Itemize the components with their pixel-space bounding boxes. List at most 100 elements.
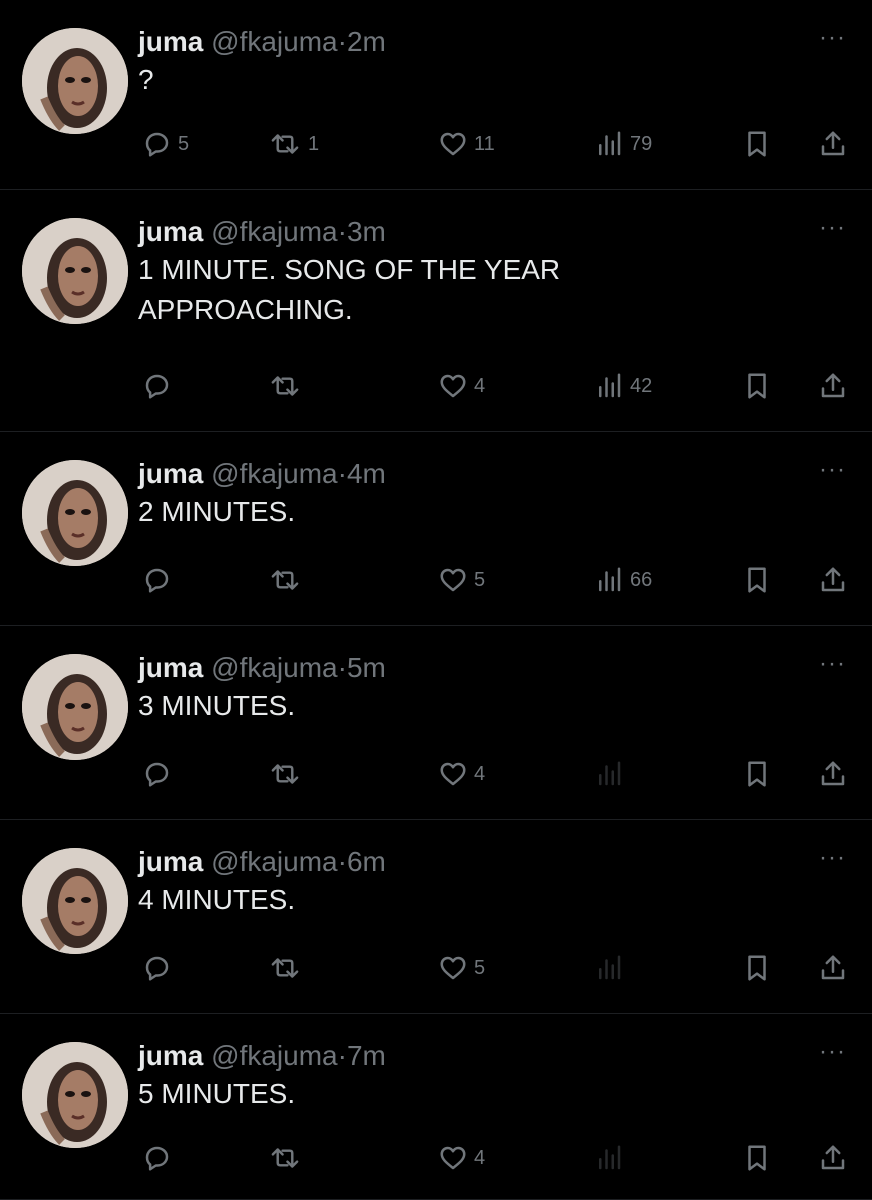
author-handle[interactable]: @fkajuma xyxy=(211,846,337,877)
tweet-header: juma @fkajuma·3m xyxy=(138,212,386,252)
views-button[interactable] xyxy=(594,1138,630,1178)
author-handle[interactable]: @fkajuma xyxy=(211,1040,337,1071)
author-name[interactable]: juma xyxy=(138,216,203,247)
avatar[interactable] xyxy=(22,1042,128,1148)
reply-button[interactable] xyxy=(142,948,178,988)
retweet-button[interactable]: 1 xyxy=(268,124,319,164)
share-button[interactable] xyxy=(818,560,848,600)
tweet[interactable]: juma @fkajuma·4m ··· 2 MINUTES. 5 66 xyxy=(0,432,872,626)
tweet-text: 4 MINUTES. xyxy=(138,884,296,915)
avatar-image xyxy=(22,460,128,566)
tweet-time[interactable]: 4m xyxy=(347,458,386,489)
retweet-icon xyxy=(271,764,299,784)
share-button[interactable] xyxy=(818,124,848,164)
avatar[interactable] xyxy=(22,218,128,324)
tweet-time[interactable]: 7m xyxy=(347,1040,386,1071)
tweet-time[interactable]: 2m xyxy=(347,26,386,57)
tweet-header: juma @fkajuma·6m xyxy=(138,842,386,882)
tweet[interactable]: juma @fkajuma·3m ··· 1 MINUTE. SONG OF T… xyxy=(0,190,872,432)
share-button[interactable] xyxy=(818,948,848,988)
bookmark-icon xyxy=(748,1145,766,1171)
like-button[interactable]: 4 xyxy=(438,754,485,794)
avatar[interactable] xyxy=(22,28,128,134)
tweet-time[interactable]: 6m xyxy=(347,846,386,877)
like-button[interactable]: 5 xyxy=(438,560,485,600)
share-icon xyxy=(821,131,845,156)
bookmark-button[interactable] xyxy=(742,366,772,406)
views-icon xyxy=(599,761,621,786)
avatar[interactable] xyxy=(22,654,128,760)
like-count: 5 xyxy=(474,956,486,979)
author-handle[interactable]: @fkajuma xyxy=(211,458,337,489)
bookmark-icon xyxy=(748,955,766,981)
reply-icon xyxy=(145,568,169,593)
tweet-time[interactable]: 5m xyxy=(347,652,386,683)
tweet-actions: 5 66 xyxy=(138,560,852,600)
more-icon[interactable]: ··· xyxy=(819,458,846,482)
avatar[interactable] xyxy=(22,848,128,954)
tweet-text: 1 MINUTE. SONG OF THE YEAR APPROACHING. xyxy=(138,254,561,325)
retweet-icon xyxy=(271,134,299,154)
like-button[interactable]: 5 xyxy=(438,948,485,988)
author-name[interactable]: juma xyxy=(138,26,203,57)
reply-button[interactable] xyxy=(142,366,178,406)
more-icon[interactable]: ··· xyxy=(819,26,846,50)
avatar-image xyxy=(22,1042,128,1148)
avatar[interactable] xyxy=(22,460,128,566)
author-handle[interactable]: @fkajuma xyxy=(211,216,337,247)
more-icon[interactable]: ··· xyxy=(819,846,846,870)
author-name[interactable]: juma xyxy=(138,458,203,489)
tweet[interactable]: juma @fkajuma·5m ··· 3 MINUTES. 4 xyxy=(0,626,872,820)
share-button[interactable] xyxy=(818,754,848,794)
tweet[interactable]: juma @fkajuma·7m ··· 5 MINUTES. 4 xyxy=(0,1014,872,1200)
more-icon[interactable]: ··· xyxy=(819,1040,846,1064)
like-button[interactable]: 4 xyxy=(438,366,485,406)
like-icon xyxy=(440,132,466,156)
bookmark-button[interactable] xyxy=(742,1138,772,1178)
bookmark-button[interactable] xyxy=(742,124,772,164)
retweet-button[interactable] xyxy=(268,754,308,794)
author-name[interactable]: juma xyxy=(138,652,203,683)
retweet-button[interactable] xyxy=(268,948,308,988)
bookmark-button[interactable] xyxy=(742,754,772,794)
more-icon[interactable]: ··· xyxy=(819,216,846,240)
reply-button[interactable]: 5 xyxy=(142,124,189,164)
share-button[interactable] xyxy=(818,366,848,406)
tweet-actions: 5 xyxy=(138,948,852,988)
views-button[interactable] xyxy=(594,948,630,988)
reply-button[interactable] xyxy=(142,754,178,794)
tweet-time[interactable]: 3m xyxy=(347,216,386,247)
reply-button[interactable] xyxy=(142,560,178,600)
tweet-header: juma @fkajuma·4m xyxy=(138,454,386,494)
views-button[interactable] xyxy=(594,754,630,794)
views-icon xyxy=(599,373,621,398)
bookmark-button[interactable] xyxy=(742,560,772,600)
retweet-button[interactable] xyxy=(268,366,308,406)
tweet-actions: 4 42 xyxy=(138,366,852,406)
author-name[interactable]: juma xyxy=(138,846,203,877)
author-handle[interactable]: @fkajuma xyxy=(211,26,337,57)
reply-icon xyxy=(145,374,169,399)
retweet-button[interactable] xyxy=(268,560,308,600)
tweet-header: juma @fkajuma·2m xyxy=(138,22,386,62)
like-button[interactable]: 4 xyxy=(438,1138,485,1178)
bookmark-icon xyxy=(748,567,766,593)
like-count: 5 xyxy=(474,568,486,591)
tweet[interactable]: juma @fkajuma·2m ··· ? 5 1 11 79 xyxy=(0,0,872,190)
author-name[interactable]: juma xyxy=(138,1040,203,1071)
like-button[interactable]: 11 xyxy=(438,124,495,164)
author-handle[interactable]: @fkajuma xyxy=(211,652,337,683)
share-button[interactable] xyxy=(818,1138,848,1178)
more-icon[interactable]: ··· xyxy=(819,652,846,676)
reply-button[interactable] xyxy=(142,1138,178,1178)
views-button[interactable]: 79 xyxy=(594,124,652,164)
bookmark-button[interactable] xyxy=(742,948,772,988)
tweet[interactable]: juma @fkajuma·6m ··· 4 MINUTES. 5 xyxy=(0,820,872,1014)
views-button[interactable]: 66 xyxy=(594,560,652,600)
views-button[interactable]: 42 xyxy=(594,366,652,406)
like-count: 4 xyxy=(474,374,486,397)
retweet-button[interactable] xyxy=(268,1138,308,1178)
tweet-text: 2 MINUTES. xyxy=(138,496,296,527)
header-separator: · xyxy=(337,216,347,247)
tweet-actions: 4 xyxy=(138,754,852,794)
